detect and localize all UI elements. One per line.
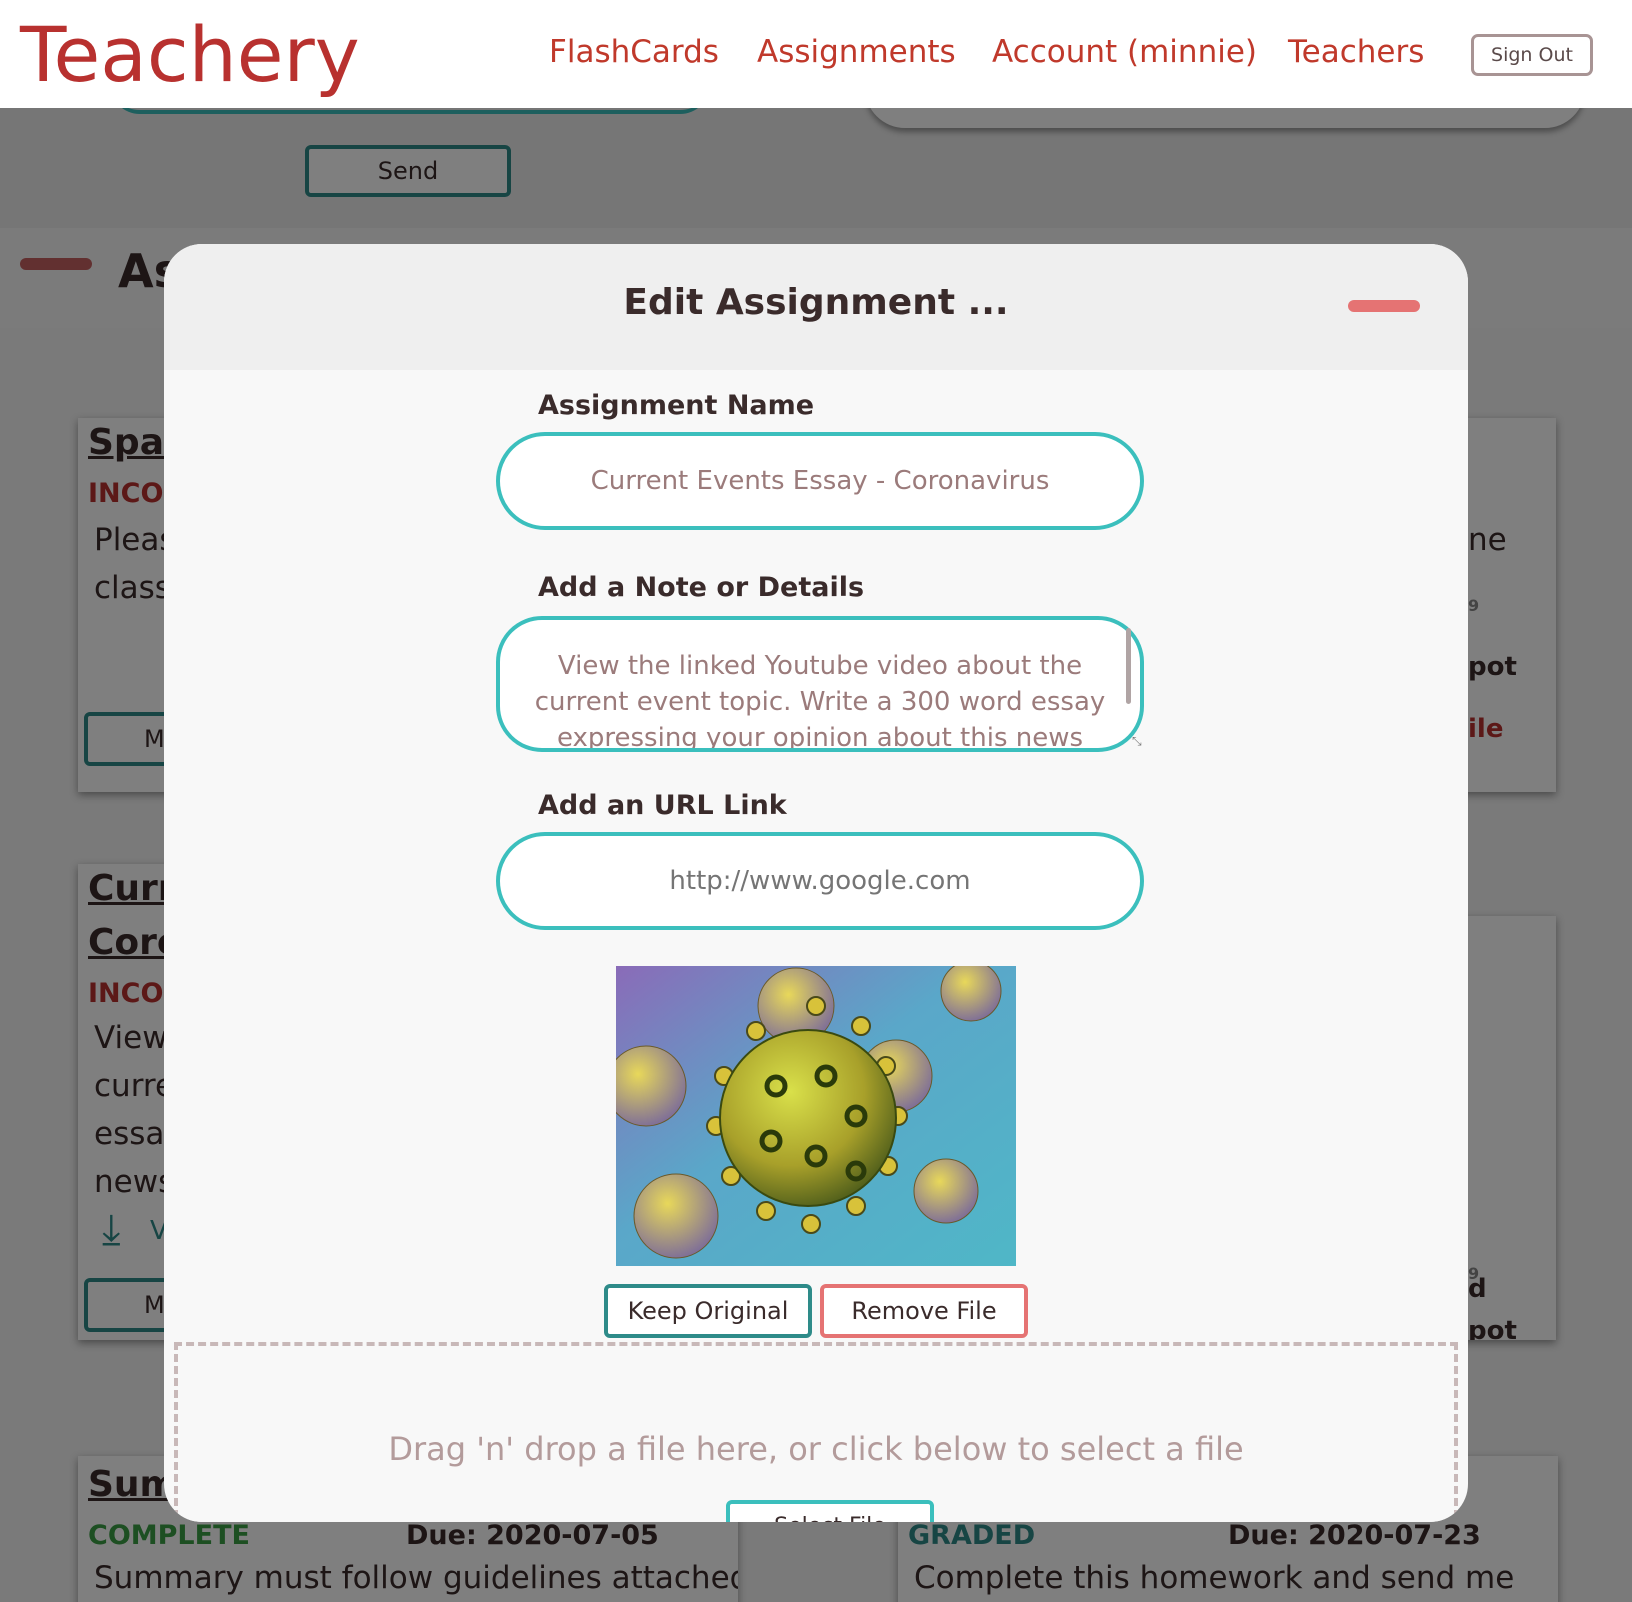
modal-header: Edit Assignment ...: [164, 244, 1468, 370]
attachment-preview-image: [616, 966, 1016, 1266]
note-textarea[interactable]: View the linked Youtube video about the …: [496, 616, 1144, 752]
url-label: Add an URL Link: [538, 790, 787, 821]
resize-handle-icon[interactable]: ⤡: [1132, 734, 1142, 749]
assignment-name-label: Assignment Name: [538, 390, 815, 421]
nav-account[interactable]: Account (minnie): [992, 34, 1257, 70]
select-file-button[interactable]: Select File: [726, 1500, 934, 1522]
note-text: View the linked Youtube video about the …: [534, 651, 1106, 752]
nav-assignments[interactable]: Assignments: [757, 34, 956, 70]
remove-file-button[interactable]: Remove File: [820, 1284, 1028, 1338]
edit-assignment-modal: Edit Assignment ... Assignment Name Add …: [164, 244, 1468, 1522]
top-navbar: Teachery FlashCards Assignments Account …: [0, 0, 1632, 108]
file-dropzone[interactable]: Drag 'n' drop a file here, or click belo…: [174, 1342, 1458, 1522]
close-icon[interactable]: [1348, 300, 1420, 312]
assignment-name-input[interactable]: [496, 432, 1144, 530]
nav-flashcards[interactable]: FlashCards: [549, 34, 719, 70]
note-label: Add a Note or Details: [538, 572, 865, 603]
brand-logo[interactable]: Teachery: [20, 10, 360, 99]
note-scrollbar[interactable]: [1126, 628, 1131, 704]
dropzone-text: Drag 'n' drop a file here, or click belo…: [388, 1430, 1244, 1468]
modal-title: Edit Assignment ...: [623, 282, 1009, 323]
sign-out-button[interactable]: Sign Out: [1471, 34, 1593, 76]
coronavirus-image: [616, 966, 1016, 1266]
nav-teachers[interactable]: Teachers: [1288, 34, 1424, 70]
keep-original-button[interactable]: Keep Original: [604, 1284, 812, 1338]
url-input[interactable]: [496, 832, 1144, 930]
